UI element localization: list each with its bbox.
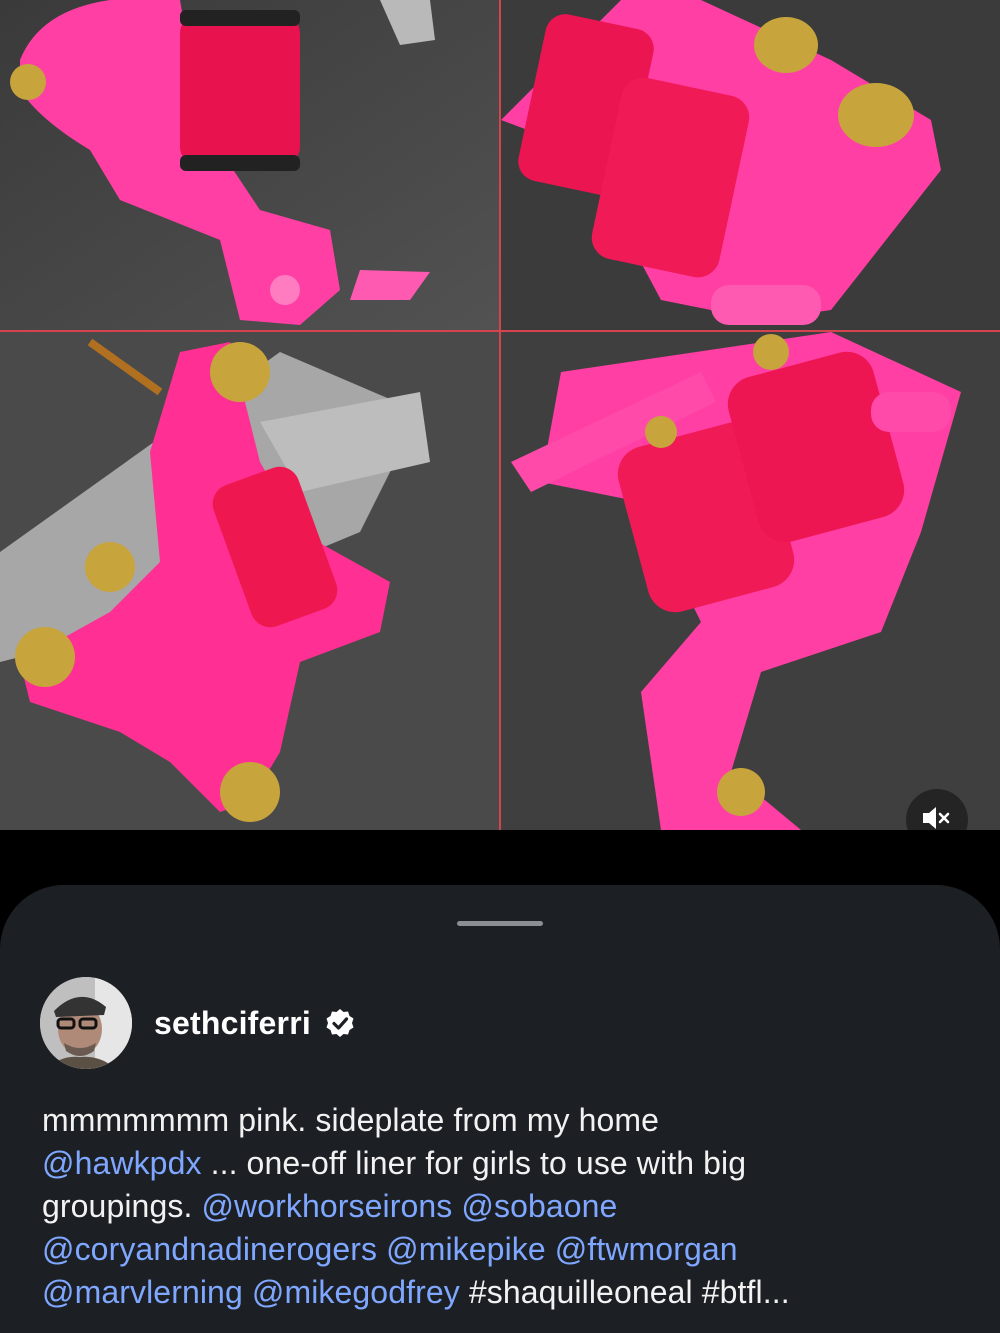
caption-line: @hawkpdx ... one-off liner for girls to … [42, 1142, 942, 1185]
post-author[interactable]: sethciferri [40, 977, 355, 1069]
caption-text: groupings. [42, 1188, 202, 1224]
caption-text [546, 1231, 555, 1267]
media-tile-1 [0, 0, 499, 330]
post-caption: mmmmmmm pink. sideplate from my home @haw… [42, 1099, 942, 1314]
mention-link[interactable]: @sobaone [461, 1188, 617, 1224]
caption-text: #shaquilleoneal #btfl... [459, 1274, 790, 1310]
post-media[interactable] [0, 0, 1000, 830]
media-tile-3 [0, 332, 499, 830]
verified-badge-icon [325, 1008, 355, 1038]
caption-line: @marvlerning @mikegodfrey #shaquilleonea… [42, 1271, 942, 1314]
mention-link[interactable]: @ftwmorgan [555, 1231, 738, 1267]
caption-text: ... one-off liner for girls to use with … [201, 1145, 747, 1181]
avatar[interactable] [40, 977, 132, 1069]
grid-divider-vertical [499, 0, 501, 830]
caption-line: mmmmmmm pink. sideplate from my home [42, 1099, 942, 1142]
mention-link[interactable]: @coryandnadinerogers [42, 1231, 377, 1267]
mention-link[interactable]: @workhorseirons [201, 1188, 452, 1224]
caption-text: mmmmmmm pink. sideplate from my home [42, 1102, 660, 1138]
mention-link[interactable]: @hawkpdx [42, 1145, 202, 1181]
mention-link[interactable]: @mikegodfrey [252, 1274, 460, 1310]
mention-link[interactable]: @marvlerning [42, 1274, 243, 1310]
grid-divider-horizontal [0, 330, 1000, 332]
username[interactable]: sethciferri [154, 1005, 311, 1042]
sheet-drag-handle[interactable] [457, 921, 543, 926]
caption-line: @coryandnadinerogers @mikepike @ftwmorga… [42, 1228, 942, 1271]
caption-line: groupings. @workhorseirons @sobaone [42, 1185, 942, 1228]
media-tile-2 [501, 0, 1000, 330]
caption-text [243, 1274, 252, 1310]
caption-sheet: sethciferri mmmmmmm pink. sideplate from… [0, 885, 1000, 1333]
speaker-muted-icon [922, 805, 952, 831]
caption-text [377, 1231, 386, 1267]
media-tile-4 [501, 332, 1000, 830]
mention-link[interactable]: @mikepike [386, 1231, 546, 1267]
